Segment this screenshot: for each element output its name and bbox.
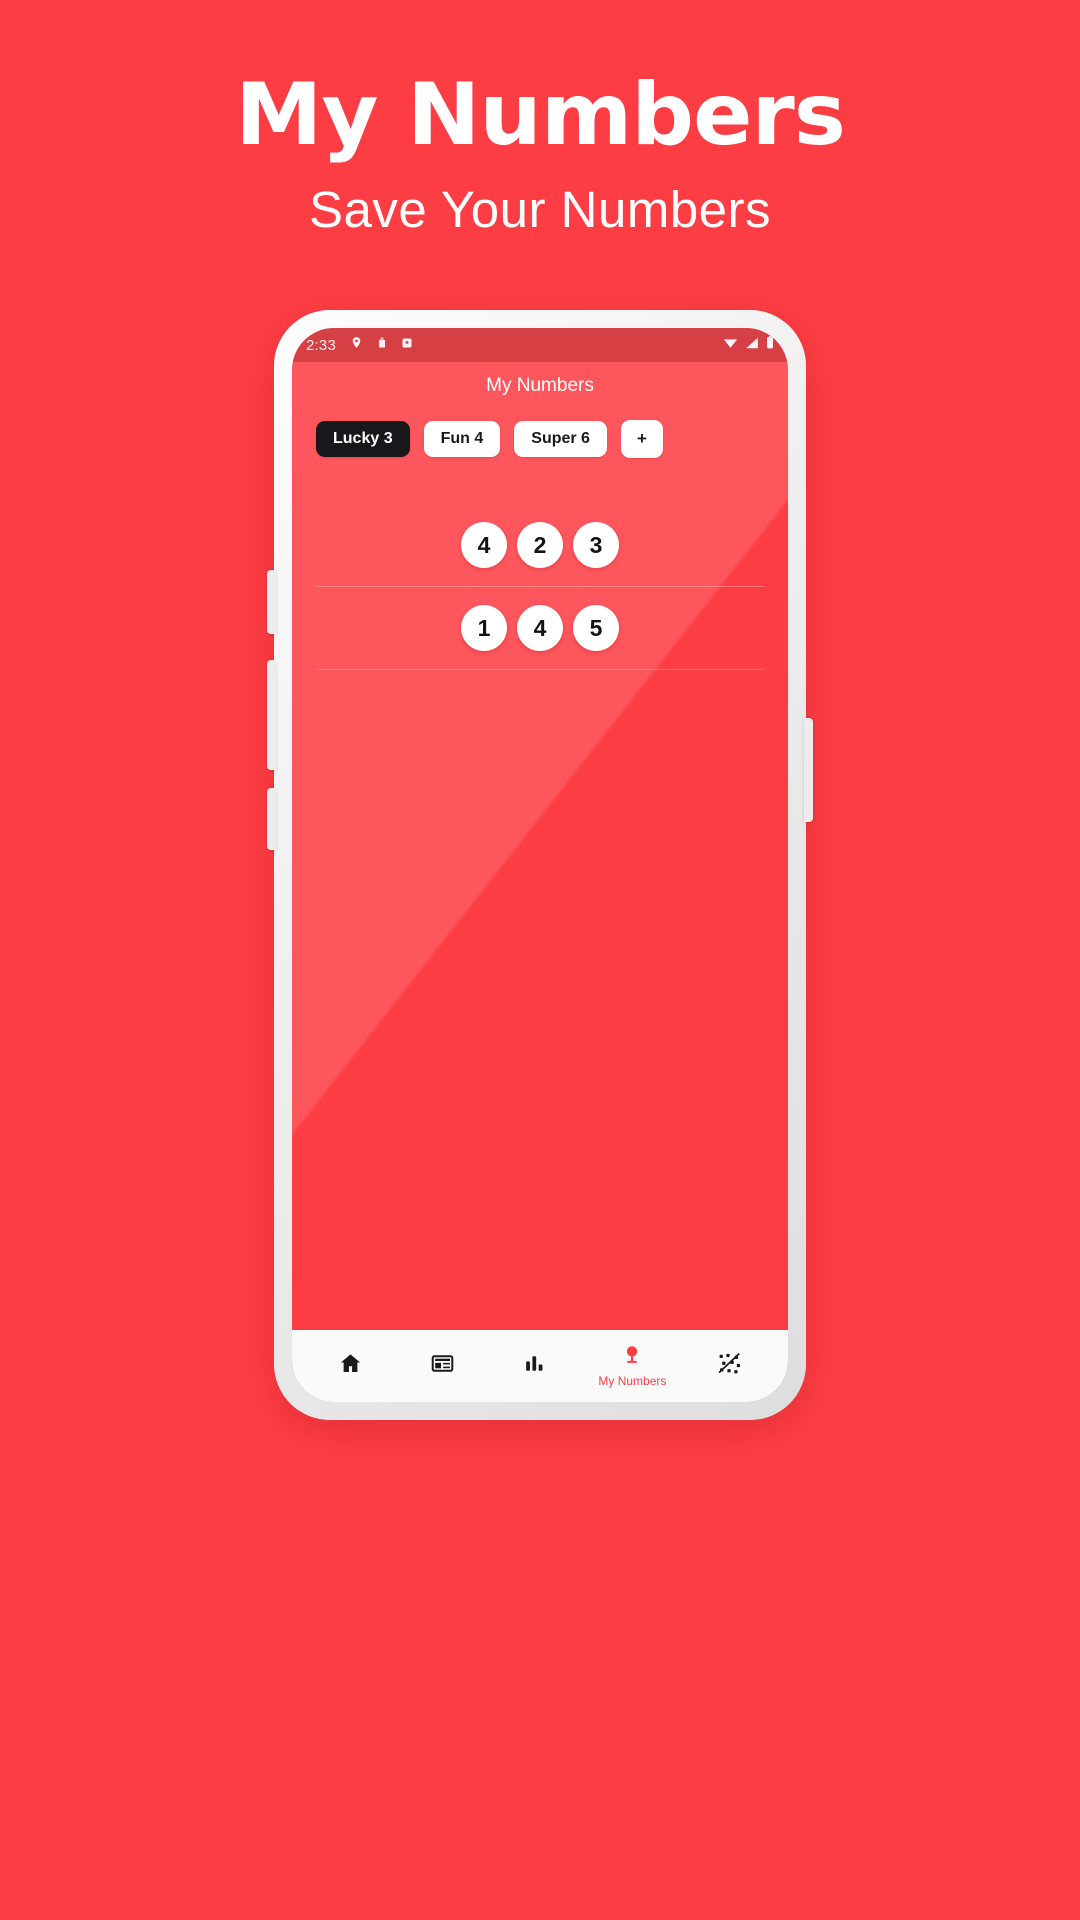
- phone-screen: 2:33 My Numbers Lucky 3 Fun 4 Super 6 + …: [292, 328, 788, 1402]
- home-icon: [338, 1351, 363, 1381]
- number-ball: 5: [573, 605, 619, 651]
- shuffle-scatter-icon: [717, 1351, 742, 1381]
- chip-fun-4[interactable]: Fun 4: [423, 421, 501, 457]
- app-bar-title: My Numbers: [486, 375, 594, 396]
- number-ball: 4: [461, 522, 507, 568]
- nav-item-label: My Numbers: [598, 1374, 667, 1388]
- number-row[interactable]: 4 2 3: [316, 516, 764, 587]
- nav-item-generator[interactable]: [701, 1351, 759, 1381]
- page-title: My Numbers: [235, 65, 846, 165]
- number-ball: 3: [573, 522, 619, 568]
- nav-item-statistics[interactable]: [506, 1351, 564, 1381]
- status-bar-notification-icons: [350, 336, 413, 354]
- number-ball: 2: [517, 522, 563, 568]
- volume-up-button[interactable]: [267, 570, 276, 634]
- location-pin-icon: [350, 336, 363, 354]
- number-set-chips: Lucky 3 Fun 4 Super 6 +: [292, 410, 788, 458]
- volume-down-button[interactable]: [267, 660, 276, 770]
- bar-chart-icon: [522, 1351, 547, 1381]
- chip-lucky-3[interactable]: Lucky 3: [316, 421, 410, 457]
- power-button[interactable]: [804, 718, 813, 822]
- nav-item-news[interactable]: [414, 1351, 472, 1381]
- status-bar-clock: 2:33: [306, 336, 336, 354]
- cellular-signal-icon: [745, 336, 759, 354]
- map-pin-icon: [621, 1344, 643, 1371]
- assistant-button[interactable]: [267, 788, 276, 850]
- number-ball: 1: [461, 605, 507, 651]
- number-ball: 4: [517, 605, 563, 651]
- notification-app-icon: [401, 336, 413, 354]
- content-empty-area: [292, 670, 788, 1330]
- phone-mockup: 2:33 My Numbers Lucky 3 Fun 4 Super 6 + …: [267, 310, 813, 1420]
- status-bar: 2:33: [292, 328, 788, 362]
- news-article-icon: [430, 1351, 455, 1381]
- saved-numbers-list: 4 2 3 1 4 5: [292, 458, 788, 670]
- page-subtitle: Save Your Numbers: [308, 181, 772, 238]
- bottom-navigation-bar: My Numbers: [292, 1330, 788, 1402]
- chip-super-6[interactable]: Super 6: [514, 421, 607, 457]
- nav-item-my-numbers[interactable]: My Numbers: [598, 1344, 666, 1388]
- promo-header: My Numbers Save Your Numbers: [0, 0, 1080, 239]
- wifi-icon: [723, 336, 738, 354]
- nav-item-home[interactable]: [321, 1351, 379, 1381]
- battery-icon: [766, 336, 774, 354]
- add-set-button[interactable]: +: [620, 420, 663, 458]
- app-bar: My Numbers: [292, 362, 788, 410]
- shopping-bag-icon: [376, 336, 388, 354]
- status-bar-system-icons: [723, 336, 774, 354]
- number-row[interactable]: 1 4 5: [316, 587, 764, 670]
